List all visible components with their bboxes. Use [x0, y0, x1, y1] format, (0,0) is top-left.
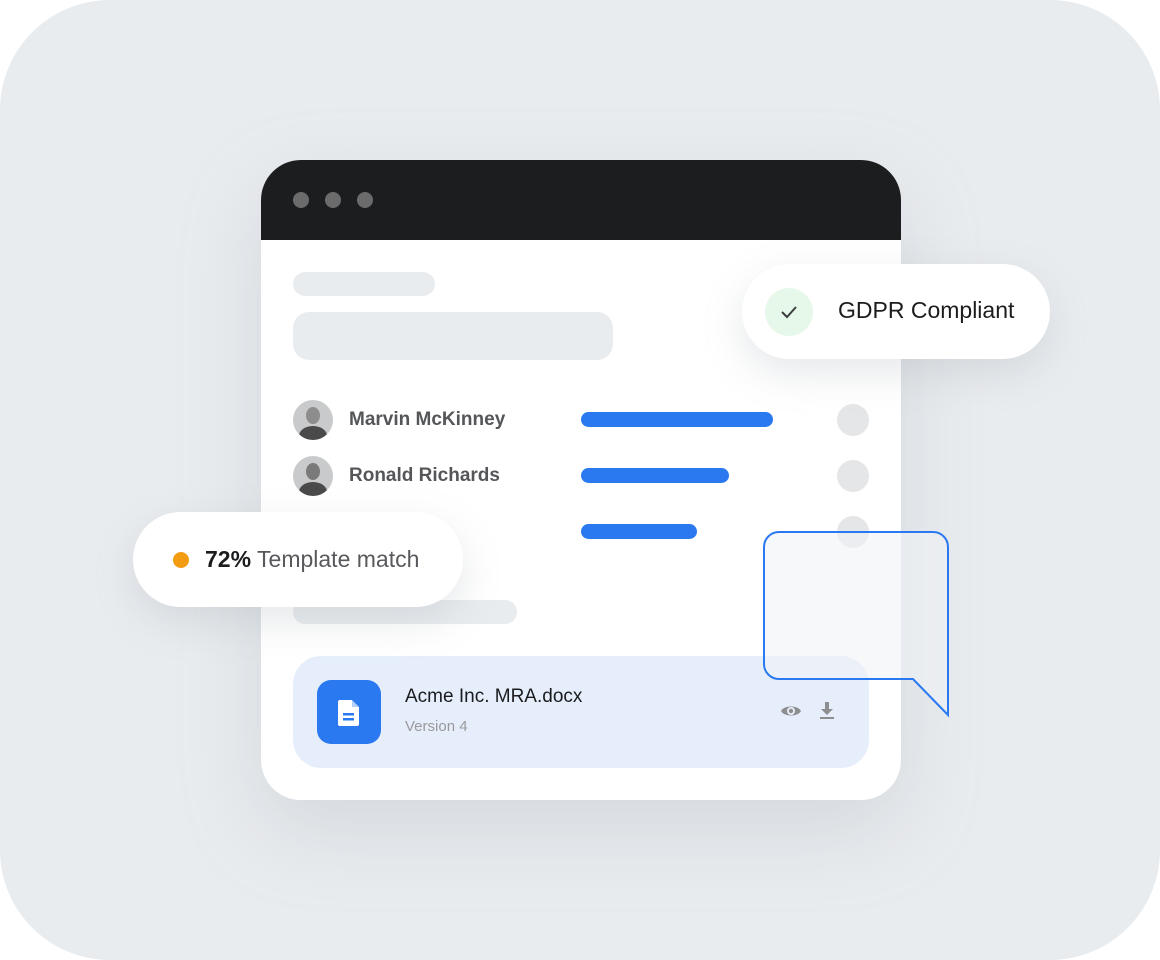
- placeholder-title: [293, 312, 613, 360]
- placeholder-subtitle: [293, 272, 435, 296]
- status-circle[interactable]: [837, 460, 869, 492]
- window-minimize-dot[interactable]: [325, 192, 341, 208]
- comment-bubble-icon[interactable]: [763, 531, 953, 721]
- status-dot: [173, 552, 189, 568]
- avatar: [293, 456, 333, 496]
- file-name: Acme Inc. MRA.docx: [405, 686, 583, 707]
- match-label: Template match: [257, 546, 420, 572]
- progress-bar: [581, 524, 697, 539]
- match-percent: 72%: [205, 546, 252, 572]
- status-circle[interactable]: [837, 404, 869, 436]
- person-name: Marvin McKinney: [349, 409, 506, 430]
- check-icon: [765, 288, 813, 336]
- document-icon: [317, 680, 381, 744]
- list-item[interactable]: Ronald Richards: [293, 456, 500, 496]
- window-maximize-dot[interactable]: [357, 192, 373, 208]
- template-match-text: 72% Template match: [205, 546, 419, 573]
- person-name: Ronald Richards: [349, 465, 500, 486]
- gdpr-badge: GDPR Compliant: [742, 264, 1050, 359]
- gdpr-label: GDPR Compliant: [838, 297, 1015, 323]
- template-match-badge: 72% Template match: [133, 512, 463, 607]
- window-close-dot[interactable]: [293, 192, 309, 208]
- list-item[interactable]: Marvin McKinney: [293, 400, 505, 440]
- title-bar: [261, 160, 901, 240]
- progress-bar: [581, 412, 773, 427]
- file-version: Version 4: [405, 718, 468, 735]
- avatar: [293, 400, 333, 440]
- progress-bar: [581, 468, 729, 483]
